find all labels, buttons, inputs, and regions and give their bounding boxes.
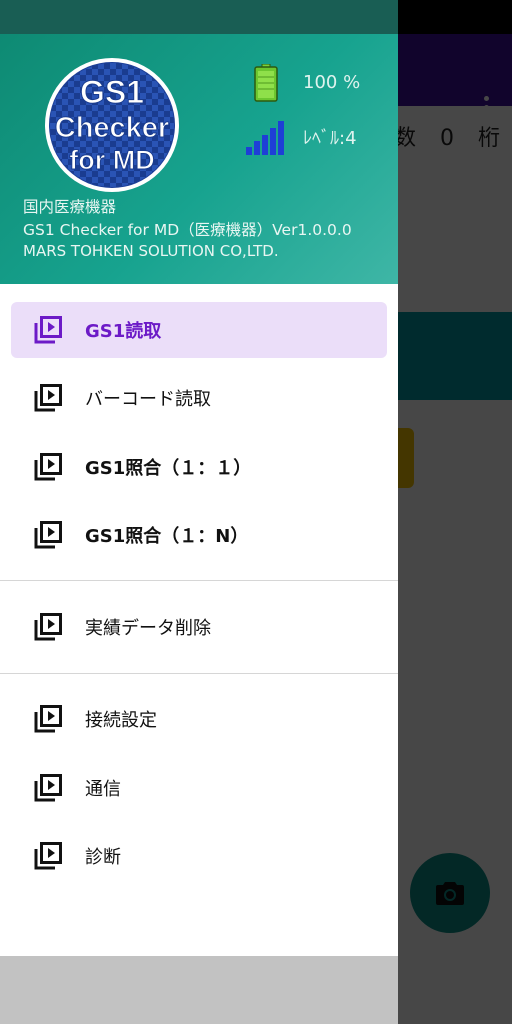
menu-divider: [0, 673, 398, 674]
menu-item-connection-settings[interactable]: 接続設定: [11, 691, 387, 747]
video-library-icon: [33, 704, 63, 734]
drawer-status-bar: [0, 0, 398, 34]
video-library-icon: [33, 383, 63, 413]
drawer-header: GS1 Checker for MD 100 % ﾚﾍﾞﾙ:4 国内医療機器 G…: [0, 34, 398, 284]
logo-text-checker: Checker: [55, 112, 169, 144]
menu-item-communication[interactable]: 通信: [11, 760, 387, 816]
video-library-icon: [33, 612, 63, 642]
menu-label: 実績データ削除: [85, 618, 211, 639]
navigation-drawer: GS1 Checker for MD 100 % ﾚﾍﾞﾙ:4 国内医療機器 G…: [0, 0, 398, 1024]
menu-label: GS1照合（１：１）: [85, 458, 252, 479]
video-library-icon: [33, 520, 63, 550]
battery-percent: 100 %: [303, 72, 361, 93]
signal-bars-icon: [246, 121, 286, 159]
video-library-icon: [33, 773, 63, 803]
menu-label: バーコード読取: [85, 389, 211, 410]
company-name: MARS TOHKEN SOLUTION CO,LTD.: [23, 242, 279, 260]
menu-item-gs1-verify-1-n[interactable]: GS1照合（１：N）: [11, 507, 387, 563]
app-version: GS1 Checker for MD（医療機器）Ver1.0.0.0: [23, 221, 352, 239]
app-logo: GS1 Checker for MD: [44, 57, 180, 193]
device-category: 国内医療機器: [23, 198, 117, 216]
menu-label: 診断: [85, 847, 121, 868]
menu-item-gs1-read[interactable]: GS1読取: [11, 302, 387, 358]
menu-label: 通信: [85, 779, 121, 800]
menu-item-gs1-verify-1-1[interactable]: GS1照合（１：１）: [11, 439, 387, 495]
logo-text-formd: for MD: [69, 145, 154, 175]
menu-label: GS1読取: [85, 321, 162, 342]
drawer-footer: [0, 956, 398, 1024]
video-library-icon: [33, 315, 63, 345]
video-library-icon: [33, 452, 63, 482]
signal-level: ﾚﾍﾞﾙ:4: [303, 128, 357, 149]
video-library-icon: [33, 841, 63, 871]
menu-divider: [0, 580, 398, 581]
battery-icon: [254, 63, 278, 106]
menu-label: 接続設定: [85, 710, 157, 731]
menu-label: GS1照合（１：N）: [85, 526, 249, 547]
menu-item-barcode-read[interactable]: バーコード読取: [11, 370, 387, 426]
menu-item-diagnostics[interactable]: 診断: [11, 828, 387, 884]
menu-item-delete-records[interactable]: 実績データ削除: [11, 599, 387, 655]
logo-text-gs1: GS1: [80, 74, 144, 110]
